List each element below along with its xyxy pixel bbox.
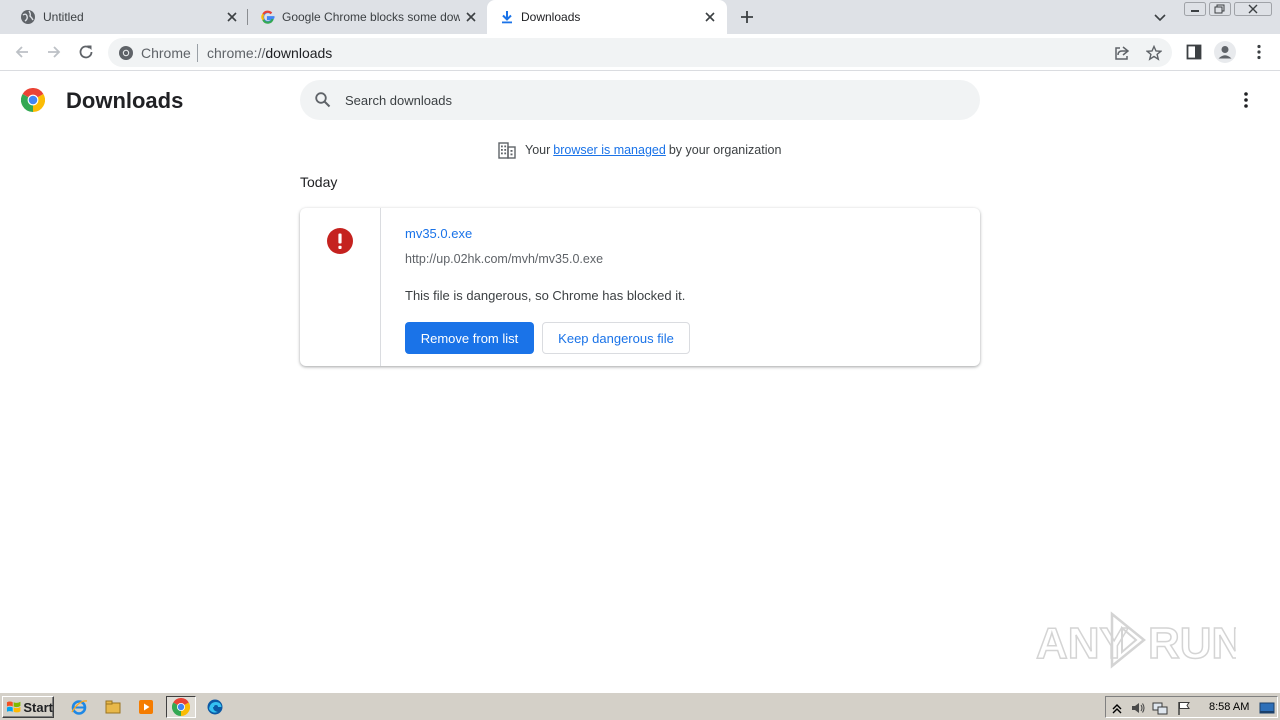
search-bar[interactable] xyxy=(300,80,980,120)
svg-text:RUN: RUN xyxy=(1148,619,1236,668)
download-item: mv35.0.exe http://up.02hk.com/mvh/mv35.0… xyxy=(300,208,980,366)
search-input[interactable] xyxy=(345,90,945,110)
chrome-logo-icon xyxy=(119,46,133,60)
remove-from-list-button[interactable]: Remove from list xyxy=(405,322,534,354)
media-player-icon xyxy=(139,700,153,714)
start-label: Start xyxy=(23,699,53,715)
show-desktop-icon[interactable] xyxy=(1259,700,1275,716)
tray-expand-icon[interactable] xyxy=(1109,700,1125,716)
url-text[interactable]: chrome://downloads xyxy=(207,45,332,61)
tab-title: Untitled xyxy=(43,10,84,24)
tab-chrome-blocks[interactable]: Google Chrome blocks some downloa xyxy=(248,0,486,34)
system-tray: 8:58 AM xyxy=(1105,696,1278,718)
minimize-icon[interactable] xyxy=(1184,2,1206,16)
network-icon[interactable] xyxy=(1152,700,1168,716)
tab-title: Downloads xyxy=(521,10,581,24)
reload-icon[interactable] xyxy=(77,43,95,61)
tab-untitled[interactable]: Untitled xyxy=(8,0,246,34)
chevron-down-icon[interactable] xyxy=(1153,10,1167,24)
download-filename-link[interactable]: mv35.0.exe xyxy=(405,226,472,241)
profile-avatar[interactable] xyxy=(1214,41,1236,63)
bookmark-star-icon[interactable] xyxy=(1146,45,1162,61)
edge-icon xyxy=(207,699,223,715)
tab-title: Google Chrome blocks some downloa xyxy=(282,10,460,24)
volume-icon[interactable] xyxy=(1130,700,1146,716)
taskbar-ie[interactable] xyxy=(67,696,91,718)
taskbar-media-player[interactable] xyxy=(134,696,158,718)
download-icon xyxy=(502,11,512,24)
explorer-icon xyxy=(105,700,121,714)
close-icon[interactable] xyxy=(225,10,239,24)
ie-icon xyxy=(71,700,88,715)
chip-divider xyxy=(197,44,198,62)
page-title: Downloads xyxy=(66,88,184,113)
new-tab-plus-icon[interactable] xyxy=(738,8,756,26)
url-path: downloads xyxy=(265,45,333,61)
globe-icon xyxy=(21,10,35,24)
chrome-menu-icon[interactable] xyxy=(1250,43,1268,61)
browser-toolbar: Chrome chrome://downloads xyxy=(0,34,1280,71)
action-center-flag-icon[interactable] xyxy=(1176,700,1192,716)
side-panel-icon[interactable] xyxy=(1185,43,1203,61)
managed-suffix: by your organization xyxy=(668,143,782,157)
svg-text:ANY: ANY xyxy=(1036,619,1129,668)
taskbar-clock[interactable]: 8:58 AM xyxy=(1209,701,1249,713)
browser-managed-link[interactable]: browser is managed xyxy=(553,143,666,157)
restore-icon[interactable] xyxy=(1209,2,1231,16)
close-icon[interactable] xyxy=(464,10,478,24)
tab-strip: Untitled Google Chrome blocks some downl… xyxy=(0,0,1280,34)
person-icon xyxy=(1218,46,1232,59)
address-bar[interactable]: Chrome chrome://downloads xyxy=(108,38,1172,67)
taskbar-edge[interactable] xyxy=(203,696,227,718)
windows-taskbar: Start 8:58 AM xyxy=(0,692,1280,720)
site-chip-label: Chrome xyxy=(141,45,191,61)
managed-notice: Your browser is managed by your organiza… xyxy=(498,141,781,159)
windows-logo-icon xyxy=(6,701,21,713)
more-options-icon[interactable] xyxy=(1238,91,1254,109)
taskbar-chrome[interactable] xyxy=(166,696,196,718)
chrome-icon xyxy=(172,698,190,716)
tab-downloads[interactable]: Downloads xyxy=(487,0,727,34)
search-icon xyxy=(315,92,331,108)
managed-prefix: Your xyxy=(525,143,551,157)
date-header: Today xyxy=(300,174,338,190)
back-arrow-icon[interactable] xyxy=(13,43,31,61)
building-icon xyxy=(498,142,516,159)
chrome-logo-icon xyxy=(21,88,45,112)
close-icon[interactable] xyxy=(703,10,717,24)
share-icon[interactable] xyxy=(1114,45,1130,61)
start-button[interactable]: Start xyxy=(2,696,54,718)
anyrun-watermark: ANY RUN xyxy=(1036,611,1236,669)
keep-dangerous-file-button[interactable]: Keep dangerous file xyxy=(542,322,690,354)
download-source-url[interactable]: http://up.02hk.com/mvh/mv35.0.exe xyxy=(405,252,603,266)
taskbar-explorer[interactable] xyxy=(101,696,125,718)
window-close-icon[interactable] xyxy=(1234,2,1272,16)
download-status: This file is dangerous, so Chrome has bl… xyxy=(405,288,686,303)
download-icon-column xyxy=(300,208,381,366)
forward-arrow-icon[interactable] xyxy=(45,43,63,61)
danger-alert-icon xyxy=(327,228,353,254)
url-scheme: chrome:// xyxy=(207,45,266,61)
google-icon xyxy=(261,10,275,24)
